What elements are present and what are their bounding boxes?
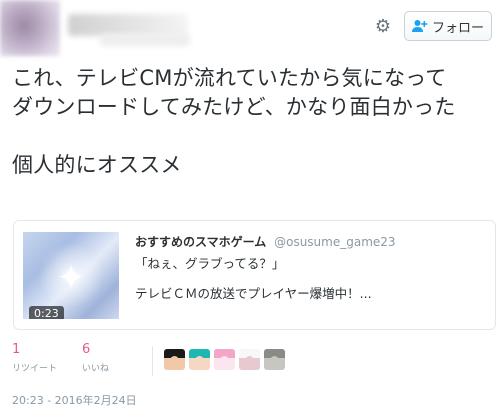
add-user-icon	[411, 20, 428, 32]
follow-button-label: フォロー	[431, 20, 484, 36]
author-avatar[interactable]	[0, 0, 60, 56]
tweet-stats: 1 リツイート 6 いいね	[12, 343, 152, 375]
like-label: いいね	[82, 364, 110, 374]
card-title: おすすめのスマホゲーム @osusume_game23	[135, 233, 396, 250]
liker-avatar[interactable]	[264, 349, 285, 370]
tweet-text-line: 個人的にオススメ	[12, 153, 182, 177]
retweet-count: 1	[12, 342, 21, 357]
stats-divider	[152, 346, 153, 376]
follow-button[interactable]: フォロー	[404, 11, 492, 41]
card-description-line: 「ねぇ、グラブってる？」	[135, 256, 285, 271]
retweet-stat[interactable]: 1 リツイート	[12, 343, 82, 375]
retweet-label: リツイート	[12, 364, 58, 374]
video-thumbnail[interactable]: ✦ 0:23	[23, 232, 119, 319]
tweet-text-line: ダウンロードしてみたけど、かなり面白かった	[12, 95, 456, 119]
like-stat[interactable]: 6 いいね	[82, 343, 152, 375]
sparkle-icon: ✦	[56, 258, 86, 298]
card-account-handle[interactable]: @osusume_game23	[274, 235, 395, 249]
author-name-blurred[interactable]	[68, 14, 188, 36]
gear-icon[interactable]: ⚙	[374, 18, 392, 36]
like-count: 6	[82, 342, 91, 357]
liker-avatars	[164, 349, 285, 370]
liker-avatar[interactable]	[164, 349, 185, 370]
liker-avatar[interactable]	[214, 349, 235, 370]
embedded-card[interactable]: ✦ 0:23 おすすめのスマホゲーム @osusume_game23 「ねぇ、グ…	[13, 220, 496, 330]
card-account-name[interactable]: おすすめのスマホゲーム	[135, 235, 266, 249]
liker-avatar[interactable]	[239, 349, 260, 370]
author-handle-blurred	[100, 34, 190, 46]
liker-avatar[interactable]	[189, 349, 210, 370]
tweet-header: ⚙ フォロー	[0, 0, 500, 60]
video-duration: 0:23	[29, 306, 64, 319]
card-description: 「ねぇ、グラブってる？」 テレビＣＭの放送でプレイヤー爆増中！...	[135, 256, 485, 302]
tweet-timestamp[interactable]: 20:23 - 2016年2月24日	[12, 392, 137, 408]
tweet-text-line: これ、テレビCMが流れていたから気になって	[12, 66, 447, 90]
tweet-text: これ、テレビCMが流れていたから気になって ダウンロードしてみたけど、かなり面白…	[12, 64, 492, 180]
card-description-line: テレビＣＭの放送でプレイヤー爆増中！...	[135, 286, 372, 301]
